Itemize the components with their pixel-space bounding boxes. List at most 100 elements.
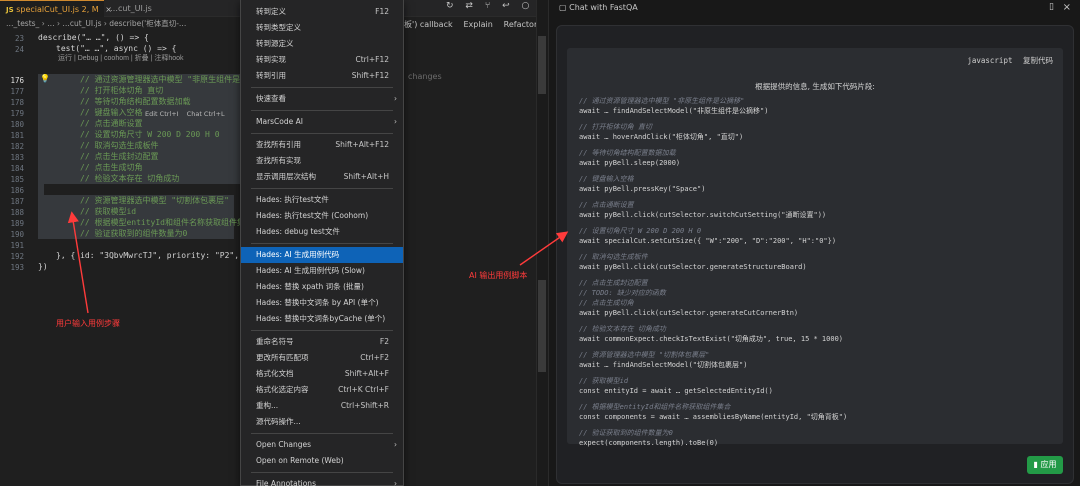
branch-icon[interactable]: ⑂ [485, 1, 490, 11]
line-number: 181 [10, 131, 24, 140]
context-menu-item[interactable]: 转到源定义 [241, 36, 403, 52]
chevron-right-icon: › [394, 479, 397, 486]
context-menu-item[interactable]: 转到定义 F12 [241, 4, 403, 20]
breadcrumb[interactable]: …_tests_ › … › …cut_UI.js › describe('柜体… [6, 18, 186, 30]
menu-item-shortcut: Shift+Alt+F12 [335, 140, 389, 149]
context-menu-item[interactable]: 重构... Ctrl+Shift+R [241, 398, 403, 414]
compare-icon[interactable]: ⇄ [465, 1, 473, 11]
context-menu-item[interactable]: 转到类型定义 [241, 20, 403, 36]
menu-item-label: 查找所有引用 [256, 140, 301, 149]
line-number: 191 [10, 241, 24, 250]
menu-item-label: 源代码操作... [256, 417, 301, 426]
context-menu-item[interactable]: 转到引用 Shift+F12 [241, 68, 403, 84]
code-line: // 等待切角结构配置数据加载 [80, 97, 191, 106]
menu-item-label: Open on Remote (Web) [256, 456, 344, 465]
menu-item-label: 转到引用 [256, 71, 286, 80]
code-line: await … findAndSelectModel("切割体包裹层") [579, 361, 748, 369]
editor-tab-active[interactable]: JS specialCut_UI.js 2, M × [0, 0, 112, 17]
context-menu-item[interactable]: 转到实现 Ctrl+F12 [241, 52, 403, 68]
chat-tab[interactable]: ▢ Chat with FastQA [559, 3, 638, 12]
chat-message-card: javascript 复制代码 根据提供的信息, 生成如下代码片段: // 通过… [556, 25, 1074, 484]
context-menu-item[interactable]: Hades: 执行test文件 [241, 192, 403, 208]
context-menu-item[interactable]: Hades: 替换中文词条 by API (单个) [241, 295, 403, 311]
codelens[interactable]: 运行 | Debug | coohom | 折叠 | 注释hook [58, 53, 184, 64]
apply-button[interactable]: ▮ 应用 [1027, 456, 1063, 474]
context-menu-item[interactable]: 重命名符号 F2 [241, 334, 403, 350]
code-comment-line: // 等待切角结构配置数据加载 [579, 149, 676, 157]
chevron-right-icon: › [394, 117, 397, 126]
code-line: await pyBell.click(cutSelector.generateS… [579, 263, 807, 271]
menu-item-label: 转到定义 [256, 7, 286, 16]
generated-code-block: javascript 复制代码 根据提供的信息, 生成如下代码片段: // 通过… [567, 48, 1063, 447]
line-number: 192 [10, 252, 24, 261]
line-number: 182 [10, 142, 24, 151]
context-menu-item[interactable]: File Annotations › [241, 476, 403, 486]
context-menu-item[interactable]: 显示调用层次结构 Shift+Alt+H [241, 169, 403, 185]
annotation-user-steps: 用户输入用例步骤 [56, 319, 120, 328]
code-comment-line: // 通过资源管理器选中模型 "非原生组件是公摘移" [579, 97, 745, 105]
code-comment-line: // 资源管理器选中模型 "切割体包裹层" [579, 351, 710, 359]
scrollbar-thumb[interactable] [538, 280, 546, 372]
context-menu-item[interactable]: Open on Remote (Web) [241, 453, 403, 469]
context-menu-item[interactable]: 源代码操作... [241, 414, 403, 430]
back-icon[interactable]: ↩ [502, 1, 510, 11]
code-line: // 验证获取到的组件数量为0 [80, 229, 188, 238]
code-line: await pyBell.pressKey("Space") [579, 185, 706, 193]
context-menu-item[interactable]: Hades: 替换 xpath 词条 (批量) [241, 279, 403, 295]
context-menu-item[interactable]: 查找所有引用 Shift+Alt+F12 [241, 137, 403, 153]
context-menu-item[interactable]: 查找所有实现 [241, 153, 403, 169]
menu-item-label: 查找所有实现 [256, 156, 301, 165]
line-number: 179 [10, 109, 24, 118]
code-line: // 设置切角尺寸 W 200 D 200 H 0 [80, 130, 220, 139]
menu-item-label: File Annotations [256, 479, 316, 486]
lightbulb-icon[interactable]: 💡 [40, 74, 50, 83]
context-menu-item[interactable]: 格式化文档 Shift+Alt+F [241, 366, 403, 382]
code-line: const entityId = await … getSelectedEnti… [579, 387, 773, 395]
context-menu-item[interactable]: Hades: debug test文件 [241, 224, 403, 240]
circle-icon[interactable]: ○ [522, 1, 530, 11]
context-menu-item[interactable]: Hades: 替换中文词条byCache (单个) [241, 311, 403, 327]
chevron-right-icon: › [394, 440, 397, 449]
context-menu-item[interactable]: 更改所有匹配项 Ctrl+F2 [241, 350, 403, 366]
code-line: }, { id: "3QbvMwrcTJ", priority: "P2", o… [56, 251, 254, 260]
code-line: describe("… …", () => { [38, 33, 149, 42]
tab-label: specialCut_UI.js 2, M [16, 5, 99, 14]
context-menu-item[interactable]: 格式化选定内容 Ctrl+K Ctrl+F [241, 382, 403, 398]
code-comment-line: // 点击生成封边配置 [579, 279, 648, 287]
line-number-gutter: 23 24 176 177 178 179 180 181 182 183 184 185 186 187… [0, 30, 34, 486]
copy-code-button[interactable]: 复制代码 [1023, 56, 1053, 65]
code-line: await pyBell.click(cutSelector.generateC… [579, 309, 799, 317]
context-menu-item[interactable]: 快速查看 › [241, 91, 403, 107]
chat-icon: ▢ [559, 3, 567, 12]
menu-separator [251, 133, 393, 134]
menu-item-label: 转到源定义 [256, 39, 294, 48]
menu-item-label: 重构... [256, 401, 279, 410]
menu-item-label: Open Changes [256, 440, 312, 449]
menu-item-shortcut: Ctrl+F12 [355, 55, 390, 64]
context-menu-item[interactable]: Hades: 执行test文件 (Coohom) [241, 208, 403, 224]
scrollbar-thumb[interactable] [538, 36, 546, 94]
chat-panel: ▢ Chat with FastQA ▯ × javascript 复制代码 根… [548, 0, 1080, 486]
line-number: 24 [14, 45, 24, 54]
close-icon[interactable]: × [1063, 2, 1071, 13]
line-number: 186 [10, 186, 24, 195]
menu-item-label: Hades: 替换中文词条 by API (单个) [256, 298, 379, 307]
context-menu-item[interactable]: MarsCode AI › [241, 114, 403, 130]
history-icon[interactable]: ↻ [446, 1, 454, 11]
code-line: // 点击通断设置 [80, 119, 143, 128]
menu-item-label: 转到实现 [256, 55, 286, 64]
split-icon[interactable]: ▯ [1049, 2, 1054, 12]
code-line: // 资源管理器选中模型 "切割体包裹层" [80, 196, 229, 205]
inline-chat-hint-label[interactable]: Chat Ctrl+L [187, 110, 225, 118]
inline-edit-hint[interactable]: Edit Ctrl+I [145, 110, 179, 118]
code-comment-line: // TODO: 缺少对应的函数 [579, 289, 666, 297]
menu-item-label: 重命名符号 [256, 337, 294, 346]
editor-tab[interactable]: …cut_UI.js [104, 0, 174, 17]
menu-item-label: 显示调用层次结构 [256, 172, 316, 181]
context-menu-item[interactable]: Open Changes › [241, 437, 403, 453]
menu-item-shortcut: Shift+F12 [351, 71, 389, 80]
context-menu-item[interactable]: Hades: AI 生成用例代码 (Slow) [241, 263, 403, 279]
code-line: const components = await … assembliesByN… [579, 413, 848, 421]
line-number: 176 [10, 76, 24, 85]
context-menu-item[interactable]: Hades: AI 生成用例代码 [241, 247, 403, 263]
